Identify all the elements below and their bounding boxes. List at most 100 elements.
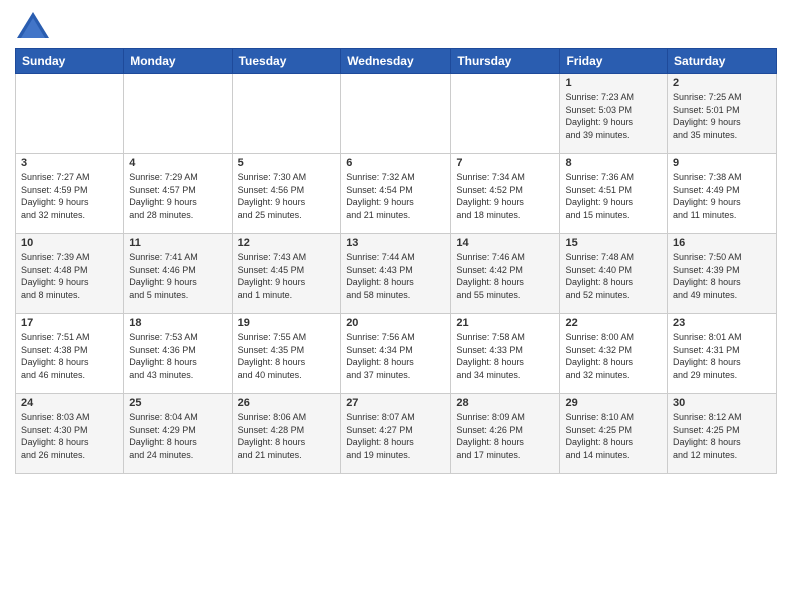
calendar-cell: 28 Sunrise: 8:09 AM Sunset: 4:26 PM Dayli…	[451, 394, 560, 474]
day-number: 29	[565, 397, 662, 409]
calendar-header-thursday: Thursday	[451, 49, 560, 74]
day-info: Sunrise: 7:30 AM Sunset: 4:56 PM Dayligh…	[238, 171, 336, 221]
day-info: Sunrise: 7:53 AM Sunset: 4:36 PM Dayligh…	[129, 331, 226, 381]
calendar-cell: 3Sunrise: 7:27 AM Sunset: 4:59 PM Daylig…	[16, 154, 124, 234]
day-info: Sunrise: 8:01 AM Sunset: 4:31 PM Dayligh…	[673, 331, 771, 381]
day-info: Sunrise: 7:36 AM Sunset: 4:51 PM Dayligh…	[565, 171, 662, 221]
calendar-cell: 29 Sunrise: 8:10 AM Sunset: 4:25 PM Dayli…	[560, 394, 668, 474]
calendar-cell	[341, 74, 451, 154]
header	[15, 10, 777, 40]
calendar-cell: 23 Sunrise: 8:01 AM Sunset: 4:31 PM Dayli…	[668, 314, 777, 394]
day-info: Sunrise: 7:58 AM Sunset: 4:33 PM Dayligh…	[456, 331, 554, 381]
calendar-header-row: SundayMondayTuesdayWednesdayThursdayFrid…	[16, 49, 777, 74]
calendar-cell: 30 Sunrise: 8:12 AM Sunset: 4:25 PM Dayli…	[668, 394, 777, 474]
day-info: Sunrise: 7:51 AM Sunset: 4:38 PM Dayligh…	[21, 331, 118, 381]
day-number: 30	[673, 397, 771, 409]
day-info: Sunrise: 7:44 AM Sunset: 4:43 PM Dayligh…	[346, 251, 445, 301]
day-info: Sunrise: 8:00 AM Sunset: 4:32 PM Dayligh…	[565, 331, 662, 381]
calendar-cell	[16, 74, 124, 154]
page: SundayMondayTuesdayWednesdayThursdayFrid…	[0, 0, 792, 612]
calendar-cell: 2 Sunrise: 7:25 AM Sunset: 5:01 PM Daylig…	[668, 74, 777, 154]
day-number: 15	[565, 237, 662, 249]
calendar-cell: 22 Sunrise: 8:00 AM Sunset: 4:32 PM Dayli…	[560, 314, 668, 394]
calendar-cell: 4 Sunrise: 7:29 AM Sunset: 4:57 PM Daylig…	[124, 154, 232, 234]
day-number: 1	[565, 77, 662, 89]
day-number: 9	[673, 157, 771, 169]
day-number: 21	[456, 317, 554, 329]
day-number: 22	[565, 317, 662, 329]
calendar-cell: 14Sunrise: 7:46 AM Sunset: 4:42 PM Dayli…	[451, 234, 560, 314]
day-number: 6	[346, 157, 445, 169]
day-number: 23	[673, 317, 771, 329]
day-info: Sunrise: 7:27 AM Sunset: 4:59 PM Dayligh…	[21, 171, 118, 221]
calendar-cell: 8Sunrise: 7:36 AM Sunset: 4:51 PM Daylig…	[560, 154, 668, 234]
logo-icon	[15, 10, 51, 40]
day-info: Sunrise: 8:03 AM Sunset: 4:30 PM Dayligh…	[21, 411, 118, 461]
day-number: 10	[21, 237, 118, 249]
calendar-cell: 13 Sunrise: 7:44 AM Sunset: 4:43 PM Dayli…	[341, 234, 451, 314]
day-info: Sunrise: 7:50 AM Sunset: 4:39 PM Dayligh…	[673, 251, 771, 301]
day-number: 25	[129, 397, 226, 409]
day-info: Sunrise: 8:07 AM Sunset: 4:27 PM Dayligh…	[346, 411, 445, 461]
calendar-cell: 6 Sunrise: 7:32 AM Sunset: 4:54 PM Daylig…	[341, 154, 451, 234]
day-info: Sunrise: 7:38 AM Sunset: 4:49 PM Dayligh…	[673, 171, 771, 221]
day-info: Sunrise: 7:55 AM Sunset: 4:35 PM Dayligh…	[238, 331, 336, 381]
day-number: 17	[21, 317, 118, 329]
day-info: Sunrise: 7:41 AM Sunset: 4:46 PM Dayligh…	[129, 251, 226, 301]
day-info: Sunrise: 7:34 AM Sunset: 4:52 PM Dayligh…	[456, 171, 554, 221]
day-info: Sunrise: 7:48 AM Sunset: 4:40 PM Dayligh…	[565, 251, 662, 301]
day-number: 5	[238, 157, 336, 169]
day-info: Sunrise: 8:06 AM Sunset: 4:28 PM Dayligh…	[238, 411, 336, 461]
day-info: Sunrise: 7:25 AM Sunset: 5:01 PM Dayligh…	[673, 91, 771, 141]
calendar-week-1: 1 Sunrise: 7:23 AM Sunset: 5:03 PM Daylig…	[16, 74, 777, 154]
day-info: Sunrise: 7:56 AM Sunset: 4:34 PM Dayligh…	[346, 331, 445, 381]
day-number: 4	[129, 157, 226, 169]
day-info: Sunrise: 7:39 AM Sunset: 4:48 PM Dayligh…	[21, 251, 118, 301]
calendar-cell: 1 Sunrise: 7:23 AM Sunset: 5:03 PM Daylig…	[560, 74, 668, 154]
calendar-cell: 18 Sunrise: 7:53 AM Sunset: 4:36 PM Dayli…	[124, 314, 232, 394]
day-info: Sunrise: 7:29 AM Sunset: 4:57 PM Dayligh…	[129, 171, 226, 221]
day-number: 26	[238, 397, 336, 409]
calendar-cell	[232, 74, 341, 154]
day-number: 27	[346, 397, 445, 409]
calendar-cell: 21 Sunrise: 7:58 AM Sunset: 4:33 PM Dayli…	[451, 314, 560, 394]
day-number: 20	[346, 317, 445, 329]
day-info: Sunrise: 8:12 AM Sunset: 4:25 PM Dayligh…	[673, 411, 771, 461]
day-number: 7	[456, 157, 554, 169]
day-info: Sunrise: 7:46 AM Sunset: 4:42 PM Dayligh…	[456, 251, 554, 301]
day-info: Sunrise: 7:43 AM Sunset: 4:45 PM Dayligh…	[238, 251, 336, 301]
calendar-cell: 19Sunrise: 7:55 AM Sunset: 4:35 PM Dayli…	[232, 314, 341, 394]
calendar-cell: 11 Sunrise: 7:41 AM Sunset: 4:46 PM Dayli…	[124, 234, 232, 314]
day-info: Sunrise: 8:04 AM Sunset: 4:29 PM Dayligh…	[129, 411, 226, 461]
calendar-week-2: 3Sunrise: 7:27 AM Sunset: 4:59 PM Daylig…	[16, 154, 777, 234]
calendar-week-4: 17 Sunrise: 7:51 AM Sunset: 4:38 PM Dayli…	[16, 314, 777, 394]
calendar-cell: 27 Sunrise: 8:07 AM Sunset: 4:27 PM Dayli…	[341, 394, 451, 474]
calendar-cell: 20 Sunrise: 7:56 AM Sunset: 4:34 PM Dayli…	[341, 314, 451, 394]
calendar-cell: 12 Sunrise: 7:43 AM Sunset: 4:45 PM Dayli…	[232, 234, 341, 314]
calendar-cell: 16Sunrise: 7:50 AM Sunset: 4:39 PM Dayli…	[668, 234, 777, 314]
day-number: 13	[346, 237, 445, 249]
day-number: 11	[129, 237, 226, 249]
calendar-header-tuesday: Tuesday	[232, 49, 341, 74]
calendar-cell: 10 Sunrise: 7:39 AM Sunset: 4:48 PM Dayli…	[16, 234, 124, 314]
day-info: Sunrise: 8:09 AM Sunset: 4:26 PM Dayligh…	[456, 411, 554, 461]
logo-brand	[15, 10, 51, 40]
day-number: 12	[238, 237, 336, 249]
logo	[15, 10, 51, 40]
calendar-cell: 5 Sunrise: 7:30 AM Sunset: 4:56 PM Daylig…	[232, 154, 341, 234]
calendar-cell: 15 Sunrise: 7:48 AM Sunset: 4:40 PM Dayli…	[560, 234, 668, 314]
day-info: Sunrise: 7:23 AM Sunset: 5:03 PM Dayligh…	[565, 91, 662, 141]
calendar-header-friday: Friday	[560, 49, 668, 74]
day-info: Sunrise: 8:10 AM Sunset: 4:25 PM Dayligh…	[565, 411, 662, 461]
calendar-header-monday: Monday	[124, 49, 232, 74]
calendar-cell: 24 Sunrise: 8:03 AM Sunset: 4:30 PM Dayli…	[16, 394, 124, 474]
calendar-week-5: 24 Sunrise: 8:03 AM Sunset: 4:30 PM Dayli…	[16, 394, 777, 474]
day-number: 18	[129, 317, 226, 329]
calendar-cell: 17 Sunrise: 7:51 AM Sunset: 4:38 PM Dayli…	[16, 314, 124, 394]
day-number: 24	[21, 397, 118, 409]
calendar-cell: 26 Sunrise: 8:06 AM Sunset: 4:28 PM Dayli…	[232, 394, 341, 474]
calendar-cell: 25 Sunrise: 8:04 AM Sunset: 4:29 PM Dayli…	[124, 394, 232, 474]
day-number: 28	[456, 397, 554, 409]
day-info: Sunrise: 7:32 AM Sunset: 4:54 PM Dayligh…	[346, 171, 445, 221]
day-number: 2	[673, 77, 771, 89]
